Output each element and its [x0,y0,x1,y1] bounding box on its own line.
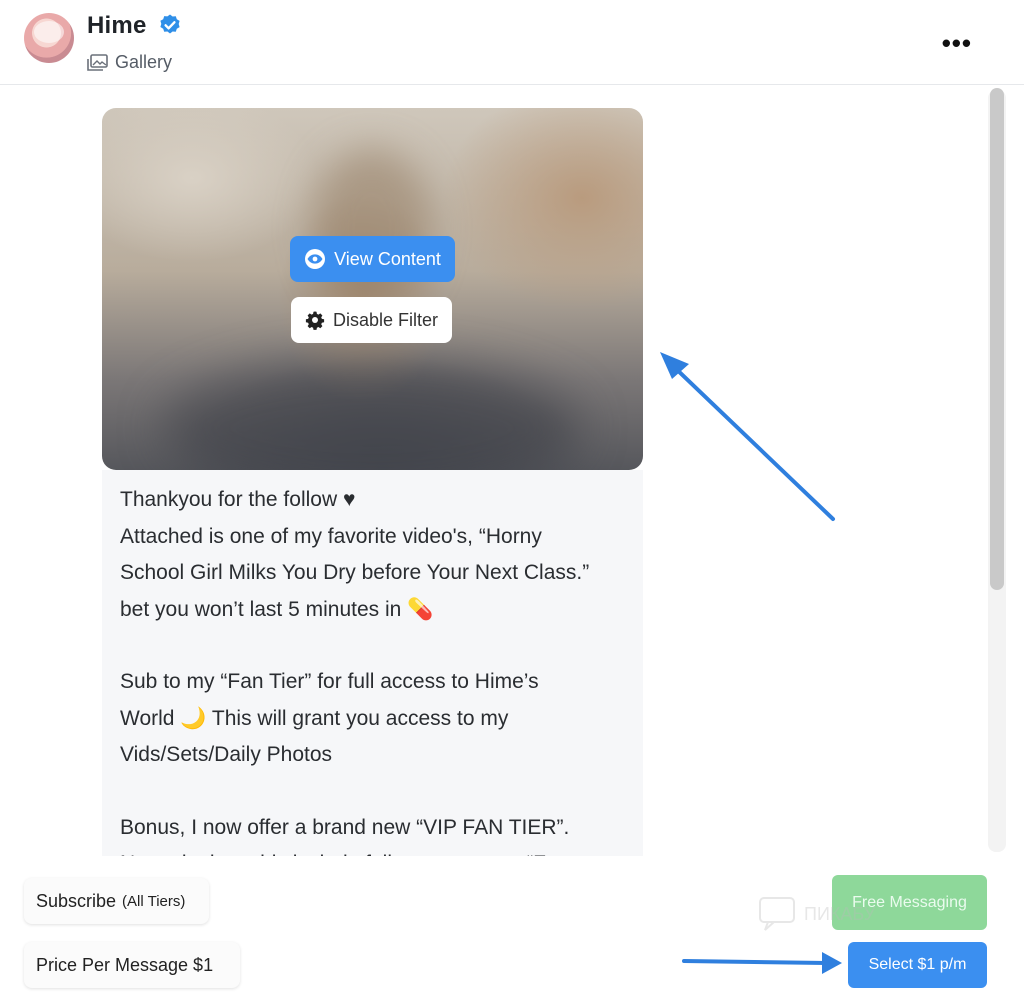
select-price-button[interactable]: Select $1 p/m [848,942,987,988]
gallery-label: Gallery [115,52,173,72]
watermark-text: ПИКАБУ [804,903,876,924]
annotation-arrow-line [682,959,828,965]
subscribe-button[interactable]: Subscribe (All Tiers) [24,878,209,924]
post-header: Hime Gallery ••• [0,0,1024,85]
post-caption: Thankyou for the follow ♥ Attached is on… [102,470,643,856]
caption-line: Vids/Sets/Daily Photos [120,743,333,766]
scrollbar-thumb[interactable] [990,88,1004,590]
caption-line: School Girl Milks You Dry before Your Ne… [120,561,590,584]
more-dots-icon[interactable]: ••• [942,28,972,59]
annotation-arrowhead [822,952,842,974]
disable-filter-button[interactable]: Disable Filter [291,297,452,343]
subscribe-suffix: (All Tiers) [122,892,186,910]
post-feed[interactable]: View Content Disable Filter Thankyou for… [0,86,1024,856]
caption-line: Not only does this include full access t… [120,846,625,856]
post-card: View Content Disable Filter Thankyou for… [102,108,643,856]
watermark-logo-icon [759,897,795,931]
view-content-label: View Content [334,248,441,269]
price-label: Price Per Message $1 [36,954,214,975]
view-content-button[interactable]: View Content [290,236,455,282]
eye-icon [305,249,326,269]
verified-badge-icon [160,14,180,34]
blurred-media[interactable]: View Content Disable Filter [102,108,643,470]
avatar[interactable] [24,13,74,63]
post-source: Gallery [87,52,172,73]
watermark: ПИКАБУ [758,896,875,932]
caption-line: World 🌙 This will grant you access to my [120,706,509,730]
creator-name[interactable]: Hime [87,12,147,40]
subscribe-label: Subscribe [36,890,117,911]
gallery-icon [87,53,108,71]
caption-line: Attached is one of my favorite video's, … [120,524,542,548]
price-per-message-button[interactable]: Price Per Message $1 [24,942,240,988]
caption-line: bet you won’t last 5 minutes in 💊 [120,597,434,621]
caption-line: Thankyou for the follow ♥ [120,488,356,511]
caption-line: Bonus, I now offer a brand new “VIP FAN … [120,815,570,839]
disable-filter-label: Disable Filter [332,309,439,330]
gear-icon [305,311,325,330]
caption-line: Sub to my “Fan Tier” for full access to … [120,670,539,693]
